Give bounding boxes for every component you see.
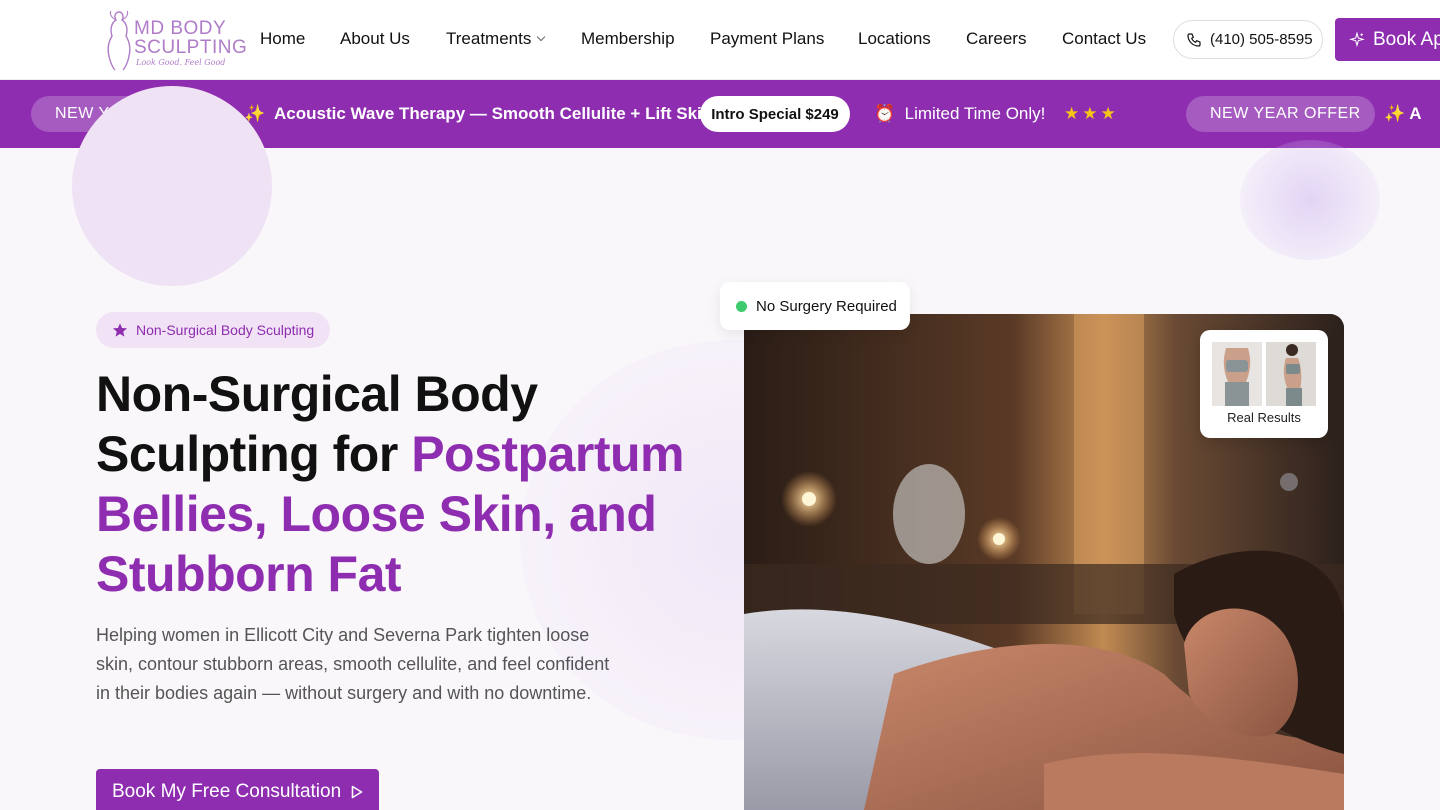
hero-title: Non-Surgical Body Sculpting for Postpart… [96, 364, 696, 604]
nav-contact-us[interactable]: Contact Us [1062, 29, 1146, 49]
rating-stars: ★★★ [1064, 104, 1119, 123]
limited-time-text: Limited Time Only! [904, 104, 1046, 123]
chevron-down-icon [537, 32, 546, 42]
star-icon [113, 323, 127, 337]
real-results-card[interactable]: Real Results [1200, 330, 1328, 438]
promo-headline-text: Acoustic Wave Therapy — Smooth Cellulite… [274, 104, 713, 123]
offer-label-repeat: NEW YEAR OFFER [1210, 105, 1361, 122]
intro-special-badge[interactable]: Intro Special $249 [700, 96, 850, 132]
title-accent-3: Stubborn Fat [96, 546, 402, 602]
no-surgery-badge: No Surgery Required [720, 282, 910, 330]
status-dot-icon [736, 300, 747, 312]
cta-label: Book My Free Consultation [112, 781, 342, 802]
book-appointment-label: Book Ap [1373, 28, 1440, 50]
logo-tagline: Look Good. Feel Good [136, 58, 226, 67]
book-appointment-button[interactable]: Book Ap [1335, 18, 1440, 61]
nav-treatments[interactable]: Treatments [446, 29, 546, 49]
nav-careers[interactable]: Careers [966, 29, 1026, 49]
phone-button[interactable]: (410) 505-8595 [1173, 20, 1323, 59]
logo[interactable]: MD BODY SCULPTING Look Good. Feel Good [100, 6, 247, 74]
hero-description: Helping women in Ellicott City and Sever… [96, 625, 610, 703]
badge-label: Non-Surgical Body Sculpting [136, 322, 315, 338]
decorative-blob [1240, 140, 1380, 260]
title-line-1: Non-Surgical Body [96, 366, 538, 422]
title-line-2: Sculpting for [96, 426, 412, 482]
sparkles-icon: ✨ [1384, 104, 1406, 123]
no-surgery-label: No Surgery Required [756, 297, 897, 315]
title-accent-2: Bellies, Loose Skin, and [96, 486, 657, 542]
before-after-thumbnail [1212, 342, 1316, 406]
new-year-offer-pill-repeat[interactable]: NEW YEAR OFFER [1186, 96, 1375, 132]
real-results-label: Real Results [1227, 410, 1301, 425]
alarm-clock-icon: ⏰ [874, 104, 896, 123]
body-silhouette-icon [107, 10, 131, 71]
promo-repeat-tail: A [1409, 104, 1422, 123]
logo-line-2: SCULPTING [134, 37, 248, 58]
nav-membership[interactable]: Membership [581, 29, 675, 49]
nav-home[interactable]: Home [260, 29, 305, 49]
nav-about-us[interactable]: About Us [340, 29, 410, 49]
nav-locations[interactable]: Locations [858, 29, 931, 49]
promo-headline-repeat: ✨ A [1384, 104, 1422, 124]
book-consultation-button[interactable]: Book My Free Consultation [96, 769, 379, 810]
decorative-circle [72, 86, 272, 286]
site-header: MD BODY SCULPTING Look Good. Feel Good H… [0, 0, 1440, 80]
nav-payment-plans[interactable]: Payment Plans [710, 29, 824, 49]
sparkle-icon [1349, 31, 1365, 47]
limited-time: ⏰ Limited Time Only! [874, 104, 1045, 124]
title-accent-1: Postpartum [411, 426, 685, 482]
play-icon [351, 785, 363, 799]
category-badge: Non-Surgical Body Sculpting [96, 312, 331, 348]
nav-treatments-label: Treatments [446, 29, 532, 48]
promo-headline: ✨ Acoustic Wave Therapy — Smooth Celluli… [244, 104, 712, 124]
phone-number: (410) 505-8595 [1210, 31, 1313, 48]
phone-icon [1187, 32, 1201, 47]
